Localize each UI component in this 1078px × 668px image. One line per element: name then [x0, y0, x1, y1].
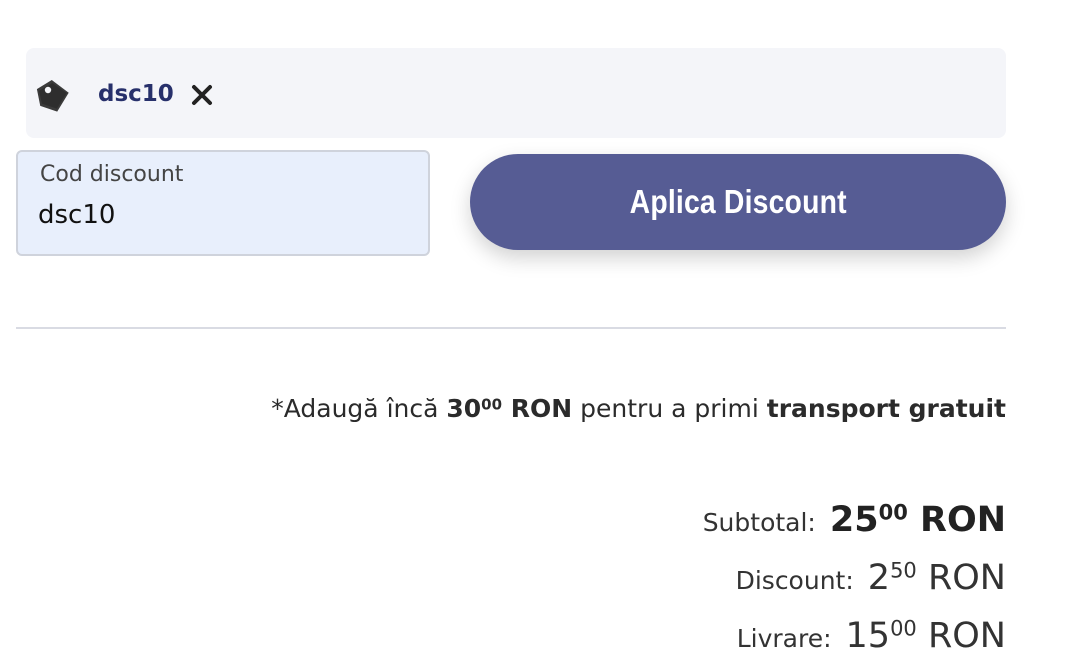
- shipping-row: Livrare: 1500 RON: [737, 616, 1006, 656]
- discount-code-input[interactable]: [38, 198, 408, 232]
- shipping-value: 1500 RON: [845, 616, 1006, 656]
- subtotal-label: Subtotal:: [702, 508, 816, 537]
- divider: [16, 327, 1006, 329]
- tag-icon: [36, 80, 69, 112]
- shipping-label: Livrare:: [736, 624, 832, 653]
- subtotal-value: 2500 RON: [829, 500, 1006, 540]
- apply-discount-label: Aplica Discount: [629, 183, 847, 220]
- discount-code-field[interactable]: Cod discount: [16, 150, 430, 256]
- apply-discount-button[interactable]: Aplica Discount: [470, 154, 1006, 250]
- remaining-amount: 3000 RON: [446, 394, 573, 423]
- close-icon[interactable]: [190, 83, 214, 107]
- subtotal-row: Subtotal: 2500 RON: [703, 500, 1006, 540]
- applied-coupon-code: dsc10: [98, 81, 174, 107]
- discount-code-label: Cod discount: [40, 162, 184, 187]
- discount-row: Discount: 250 RON: [736, 558, 1006, 598]
- free-shipping-note: *Adaugă încă 3000 RON pentru a primi tra…: [271, 394, 1006, 423]
- discount-value: 250 RON: [867, 558, 1006, 598]
- discount-label: Discount:: [735, 566, 854, 595]
